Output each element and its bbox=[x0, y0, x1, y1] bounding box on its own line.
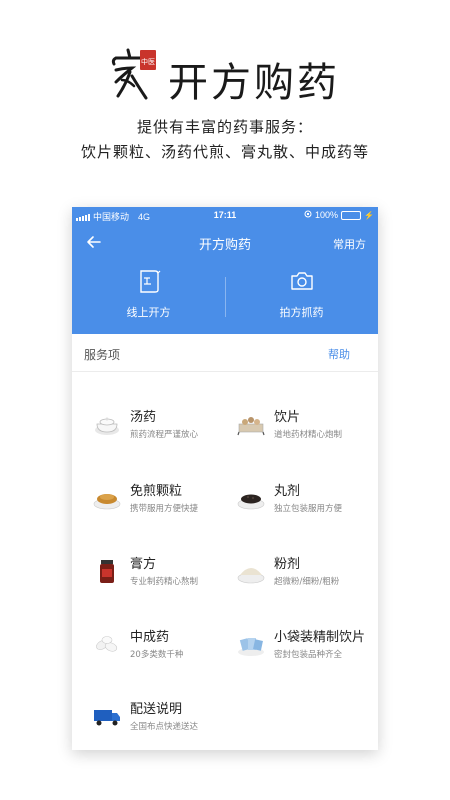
service-small-bags[interactable]: 小袋装精制饮片 密封包装品种齐全 bbox=[228, 620, 378, 670]
small-bags-icon bbox=[238, 638, 264, 656]
service-desc: 超微粉/细粉/粗粉 bbox=[274, 577, 340, 587]
online-prescription-label: 线上开方 bbox=[126, 306, 171, 319]
services-grid: 汤药 煎药流程严谨放心 饮片 道地药材精心炮制 免煎颗粒 携带服用方便快捷 丸剂… bbox=[72, 372, 378, 750]
service-patent-medicine[interactable]: 中成药 20多类数千种 bbox=[78, 620, 228, 670]
service-name: 小袋装精制饮片 bbox=[274, 630, 366, 645]
service-desc: 道地药材精心炮制 bbox=[274, 430, 343, 440]
service-desc: 煎药流程严谨放心 bbox=[130, 430, 199, 440]
service-granules[interactable]: 免煎颗粒 携带服用方便快捷 bbox=[78, 474, 228, 524]
herb-slices-icon bbox=[237, 417, 265, 436]
camera-icon bbox=[291, 272, 313, 290]
service-name: 中成药 bbox=[130, 630, 170, 645]
service-name: 汤药 bbox=[130, 410, 157, 425]
phone-screen: 中国移动 4G 17:11 100% ⚡ 开方购药 常用方 线上开方 拍方抓药 … bbox=[72, 207, 378, 750]
brand-logo: 中医 bbox=[111, 48, 156, 100]
battery-percent: 100% bbox=[315, 210, 339, 220]
common-prescriptions-button[interactable]: 常用方 bbox=[333, 236, 366, 252]
rotation-lock-icon bbox=[304, 210, 312, 220]
service-name: 粉剂 bbox=[274, 557, 301, 572]
promo-subtitle-line1: 提供有丰富的药事服务： bbox=[136, 118, 313, 136]
service-desc: 独立包装服用方便 bbox=[274, 504, 343, 514]
services-title: 服务项 bbox=[84, 348, 121, 362]
decoction-bowl-icon bbox=[95, 417, 119, 435]
online-prescription-button[interactable]: 线上开方 bbox=[72, 262, 225, 334]
services-header: 服务项 帮助 bbox=[72, 334, 378, 372]
battery-icon bbox=[341, 210, 362, 220]
service-name: 免煎颗粒 bbox=[130, 484, 183, 499]
service-herb-slices[interactable]: 饮片 道地药材精心炮制 bbox=[228, 400, 378, 450]
service-pills[interactable]: 丸剂 独立包装服用方便 bbox=[228, 474, 378, 524]
status-bar: 中国移动 4G 17:11 100% ⚡ bbox=[72, 207, 378, 224]
capsules-icon bbox=[96, 636, 118, 652]
service-desc: 20多类数千种 bbox=[130, 650, 184, 660]
prescription-icon bbox=[140, 270, 161, 293]
logo-seal-text: 中医 bbox=[141, 57, 155, 66]
service-name: 饮片 bbox=[274, 410, 301, 425]
powder-icon bbox=[237, 568, 265, 584]
service-name: 膏方 bbox=[130, 557, 157, 572]
service-name: 丸剂 bbox=[274, 484, 301, 499]
promo-header: 中医 开方购药 提供有丰富的药事服务： 饮片颗粒、汤药代煎、膏丸散、中成药等 bbox=[0, 0, 450, 200]
service-desc: 携带服用方便快捷 bbox=[130, 504, 199, 514]
navbar: 开方购药 常用方 bbox=[72, 224, 378, 262]
service-paste[interactable]: 膏方 专业制药精心熬制 bbox=[78, 547, 228, 597]
service-desc: 全国布点快递送达 bbox=[130, 722, 199, 732]
service-delivery[interactable]: 配送说明 全国布点快递送达 bbox=[78, 692, 228, 742]
pills-icon bbox=[237, 494, 265, 510]
delivery-truck-icon bbox=[94, 710, 120, 726]
photo-prescription-label: 拍方抓药 bbox=[279, 306, 324, 319]
granules-icon bbox=[93, 494, 121, 510]
promo-subtitle-line2: 饮片颗粒、汤药代煎、膏丸散、中成药等 bbox=[80, 143, 369, 161]
service-name: 配送说明 bbox=[130, 702, 183, 717]
paste-jar-icon bbox=[100, 560, 114, 583]
promo-title: 开方购药 bbox=[168, 60, 340, 106]
service-powder[interactable]: 粉剂 超微粉/细粉/粗粉 bbox=[228, 547, 378, 597]
photo-prescription-button[interactable]: 拍方抓药 bbox=[225, 262, 378, 334]
charging-icon: ⚡ bbox=[364, 210, 374, 220]
service-decoction[interactable]: 汤药 煎药流程严谨放心 bbox=[78, 400, 228, 450]
service-desc: 密封包装品种齐全 bbox=[274, 650, 343, 660]
service-desc: 专业制药精心熬制 bbox=[130, 577, 199, 587]
help-link[interactable]: 帮助 bbox=[328, 346, 350, 362]
action-bar: 线上开方 拍方抓药 bbox=[72, 262, 378, 334]
